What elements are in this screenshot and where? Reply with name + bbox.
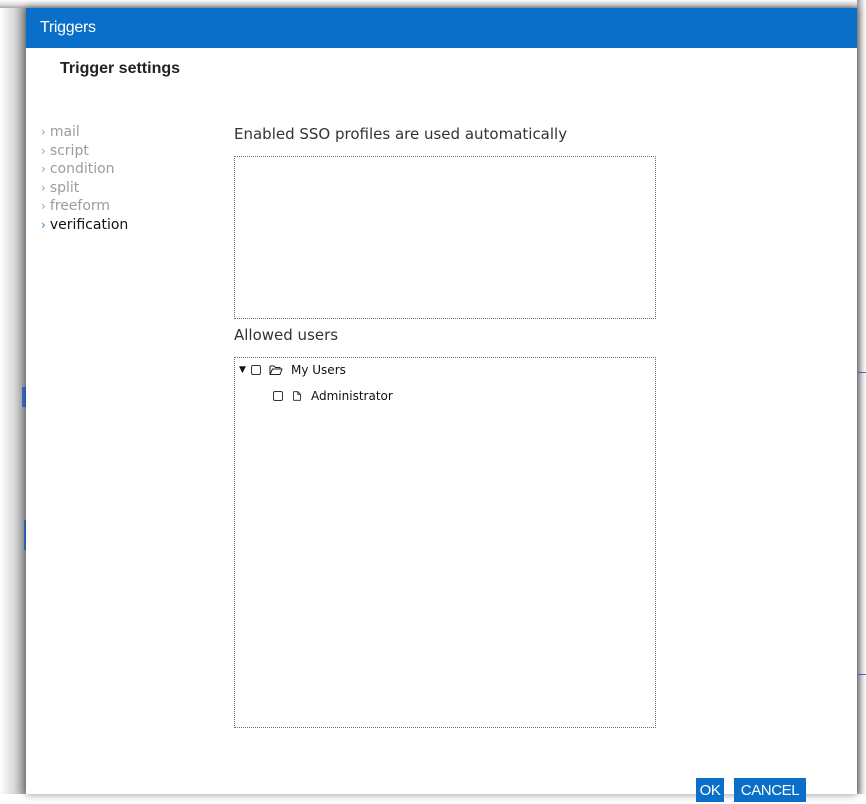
dialog-heading: Trigger settings bbox=[60, 60, 181, 77]
nav-item-script[interactable]: › script bbox=[41, 142, 128, 161]
nav-item-split[interactable]: › split bbox=[41, 179, 128, 198]
chevron-right-icon: › bbox=[41, 125, 46, 139]
tree-checkbox[interactable] bbox=[273, 391, 283, 401]
nav-item-label: mail bbox=[49, 124, 80, 140]
nav-item-label: script bbox=[49, 142, 89, 159]
tree-checkbox[interactable] bbox=[251, 365, 261, 375]
nav-item-verification[interactable]: › verification bbox=[41, 216, 128, 235]
nav-item-freeform[interactable]: › freeform bbox=[41, 197, 128, 216]
tree-node-administrator[interactable]: Administrator bbox=[273, 389, 393, 403]
background-divider bbox=[858, 674, 866, 675]
folder-open-icon bbox=[269, 365, 283, 375]
background-page-top bbox=[0, 0, 866, 8]
chevron-right-icon: › bbox=[41, 162, 46, 176]
chevron-right-icon: › bbox=[41, 143, 46, 158]
sso-profiles-list[interactable] bbox=[234, 156, 656, 319]
tree-node-my-users[interactable]: ▼ My Users bbox=[239, 363, 346, 377]
chevron-right-icon: › bbox=[41, 217, 46, 232]
file-icon bbox=[293, 391, 301, 401]
nav-item-condition[interactable]: › condition bbox=[41, 160, 128, 179]
tree-node-label: My Users bbox=[291, 363, 346, 377]
nav-item-label: verification bbox=[49, 216, 129, 233]
ok-button[interactable]: OK bbox=[696, 778, 724, 802]
nav-item-label: condition bbox=[49, 161, 115, 177]
tree-node-label: Administrator bbox=[311, 389, 393, 403]
dialog-title-bar[interactable]: Triggers bbox=[26, 8, 857, 48]
caret-down-icon[interactable]: ▼ bbox=[239, 365, 251, 375]
sso-profiles-label: Enabled SSO profiles are used automatica… bbox=[234, 125, 568, 143]
nav-item-mail[interactable]: › mail bbox=[41, 123, 128, 142]
cancel-button[interactable]: CANCEL bbox=[734, 778, 806, 802]
nav-item-label: freeform bbox=[49, 198, 111, 214]
background-divider bbox=[858, 372, 866, 373]
nav-item-label: split bbox=[49, 179, 80, 196]
triggers-dialog: Triggers Trigger settings › mail › script … bbox=[26, 8, 857, 802]
chevron-right-icon: › bbox=[41, 180, 46, 195]
allowed-users-label: Allowed users bbox=[234, 326, 339, 344]
allowed-users-tree[interactable]: ▼ My Users Administrator bbox=[234, 357, 656, 728]
settings-nav: › mail › script › condition › split › freefor… bbox=[41, 123, 128, 234]
chevron-right-icon: › bbox=[41, 199, 46, 213]
